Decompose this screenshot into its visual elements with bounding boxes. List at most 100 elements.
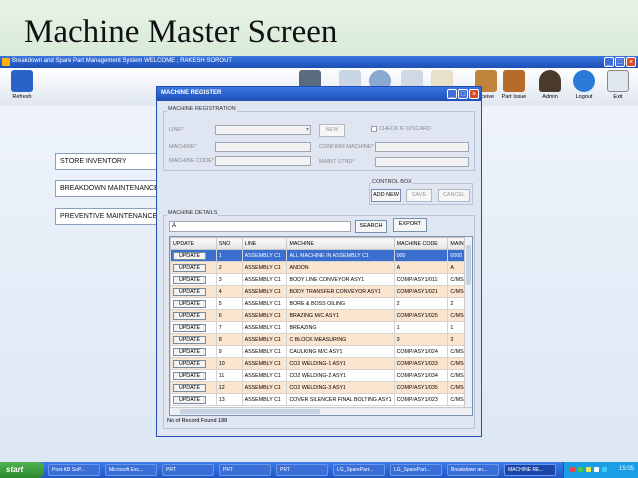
app-icon bbox=[2, 58, 10, 66]
scroll-thumb[interactable] bbox=[180, 409, 320, 414]
taskbar-item[interactable]: LG_SparePart... bbox=[390, 464, 442, 476]
table-row[interactable]: UPDATE 9 ASSEMBLY C1 CAULKING M/C ASY1 COMP/… bbox=[170, 345, 472, 358]
cell-machine: COVER SILENCER FINAL BOLTING ASY1 bbox=[286, 393, 395, 406]
horizontal-scrollbar[interactable] bbox=[170, 407, 472, 415]
export-button[interactable]: EXPORT bbox=[393, 218, 427, 232]
dialog-titlebar: MACHINE REGISTER _ □ × bbox=[157, 87, 481, 101]
taskbar-item[interactable]: Microsoft Exc... bbox=[105, 464, 157, 476]
taskbar-item[interactable]: Post-KB SoP... bbox=[48, 464, 100, 476]
taskbar-item[interactable]: PRT bbox=[162, 464, 214, 476]
cancel-button[interactable]: CANCEL bbox=[438, 189, 470, 202]
cell-sno: 12 bbox=[215, 381, 243, 394]
update-button[interactable]: UPDATE bbox=[173, 251, 206, 260]
cell-code: COMP/ASY1/035 bbox=[393, 381, 449, 394]
maint-stnd-field[interactable] bbox=[375, 157, 469, 167]
update-button[interactable]: UPDATE bbox=[173, 383, 206, 392]
table-row[interactable]: UPDATE 3 ASSEMBLY C1 BODY LINE CONVEYOR ASY… bbox=[170, 273, 472, 286]
cell-line: ASSEMBLY C1 bbox=[241, 369, 288, 382]
table-row[interactable]: UPDATE 8 ASSEMBLY C1 C BLOCK MEASURING 3 3 bbox=[170, 333, 472, 346]
maximize-button[interactable]: □ bbox=[615, 57, 625, 67]
column-header[interactable]: SNO bbox=[215, 237, 243, 250]
update-button[interactable]: UPDATE bbox=[173, 275, 206, 284]
dialog-maximize-button[interactable]: □ bbox=[458, 89, 468, 99]
table-row[interactable]: UPDATE 7 ASSEMBLY C1 BREAZING 1 1 bbox=[170, 321, 472, 334]
exit-button[interactable]: Exit bbox=[598, 70, 638, 104]
table-row[interactable]: UPDATE 2 ASSEMBLY C1 ANDON A A bbox=[170, 261, 472, 274]
column-header[interactable]: UPDATE bbox=[170, 237, 217, 250]
tray-icon[interactable] bbox=[586, 467, 591, 472]
update-button[interactable]: UPDATE bbox=[173, 359, 206, 368]
taskbar-item[interactable]: LG_SparePart... bbox=[333, 464, 385, 476]
dialog-minimize-button[interactable]: _ bbox=[447, 89, 457, 99]
column-header[interactable]: LINE bbox=[241, 237, 288, 250]
registration-legend: MACHINE REGISTRATION bbox=[167, 106, 237, 112]
update-cell: UPDATE bbox=[170, 261, 217, 274]
update-button[interactable]: UPDATE bbox=[173, 299, 206, 308]
tray-icon[interactable] bbox=[578, 467, 583, 472]
table-row[interactable]: UPDATE 4 ASSEMBLY C1 BODY TRANSFER CONVEYOR… bbox=[170, 285, 472, 298]
tray-icon[interactable] bbox=[594, 467, 599, 472]
control-box-legend: CONTROL BOX bbox=[371, 179, 413, 185]
confirm-machine-field[interactable] bbox=[375, 142, 469, 152]
update-button[interactable]: UPDATE bbox=[173, 311, 206, 320]
table-row[interactable]: UPDATE 6 ASSEMBLY C1 BRAZING M/C ASY1 COMP/A… bbox=[170, 309, 472, 322]
breakdown-maintenance-button[interactable]: BREAKDOWN MAINTENANCE bbox=[55, 180, 159, 197]
update-button[interactable]: UPDATE bbox=[173, 287, 206, 296]
update-button[interactable]: UPDATE bbox=[173, 323, 206, 332]
dialog-close-button[interactable]: × bbox=[469, 89, 479, 99]
store-inventory-button[interactable]: STORE INVENTORY bbox=[55, 153, 159, 170]
machine-register-dialog: MACHINE REGISTER _ □ × MACHINE REGISTRAT… bbox=[156, 86, 482, 437]
save-button[interactable]: SAVE bbox=[406, 189, 432, 202]
taskbar-item[interactable]: Breakdown an... bbox=[447, 464, 499, 476]
cell-code: COMP/ASY1/023 bbox=[393, 393, 449, 406]
taskbar-item[interactable]: MACHINE RE... bbox=[504, 464, 556, 476]
search-button[interactable]: SEARCH bbox=[355, 220, 387, 233]
table-row[interactable]: UPDATE 5 ASSEMBLY C1 BORE & BOSS OILING 2 2 bbox=[170, 297, 472, 310]
cell-machine: BRAZING M/C ASY1 bbox=[286, 309, 395, 322]
cell-line: ASSEMBLY C1 bbox=[241, 345, 288, 358]
new-button[interactable]: NEW bbox=[319, 124, 345, 137]
part-issue-label: Part Issue bbox=[501, 94, 527, 100]
scroll-thumb[interactable] bbox=[466, 245, 471, 285]
close-button[interactable]: × bbox=[626, 57, 636, 67]
table-row[interactable]: UPDATE 10 ASSEMBLY C1 CO2 WELDING-1 ASY1 COM… bbox=[170, 357, 472, 370]
minimize-button[interactable]: _ bbox=[604, 57, 614, 67]
cell-line: ASSEMBLY C1 bbox=[241, 321, 288, 334]
update-button[interactable]: UPDATE bbox=[173, 347, 206, 356]
machine-label: MACHINE* bbox=[169, 144, 197, 150]
taskbar-item[interactable]: PRT bbox=[219, 464, 271, 476]
start-button[interactable]: start bbox=[0, 462, 44, 478]
tray-icon[interactable] bbox=[602, 467, 607, 472]
update-button[interactable]: UPDATE bbox=[173, 371, 206, 380]
taskbar-item[interactable]: PRT bbox=[276, 464, 328, 476]
table-row[interactable]: UPDATE 13 ASSEMBLY C1 COVER SILENCER FINAL … bbox=[170, 393, 472, 406]
cell-machine: BORE & BOSS OILING bbox=[286, 297, 395, 310]
update-button[interactable]: UPDATE bbox=[173, 395, 206, 404]
chevron-down-icon: ▾ bbox=[305, 127, 309, 133]
table-row[interactable]: UPDATE 1 ASSEMBLY C1 ALL MACHINE IN ASSEMBL… bbox=[170, 249, 472, 262]
cell-sno: 9 bbox=[215, 345, 243, 358]
part-issue-icon bbox=[503, 70, 525, 92]
cell-code: COMP/ASY1/011 bbox=[393, 273, 449, 286]
cell-sno: 4 bbox=[215, 285, 243, 298]
update-button[interactable]: UPDATE bbox=[173, 263, 206, 272]
column-header[interactable]: MACHINE CODE bbox=[393, 237, 449, 250]
table-row[interactable]: UPDATE 11 ASSEMBLY C1 CO2 WELDING-2 ASY1 COM… bbox=[170, 369, 472, 382]
machine-field[interactable] bbox=[215, 142, 311, 152]
add-new-button[interactable]: ADD NEW bbox=[371, 189, 401, 202]
part-issue-button[interactable]: Part Issue bbox=[494, 70, 534, 104]
cell-line: ASSEMBLY C1 bbox=[241, 381, 288, 394]
update-button[interactable]: UPDATE bbox=[173, 335, 206, 344]
machine-code-field[interactable] bbox=[215, 156, 311, 166]
taskbar: start Post-KB SoP... Microsoft Exc... PRT P… bbox=[0, 462, 638, 478]
discard-checkbox[interactable] bbox=[371, 126, 377, 132]
vertical-scrollbar[interactable] bbox=[464, 237, 472, 407]
tray-icon[interactable] bbox=[570, 467, 575, 472]
column-header[interactable]: MACHINE bbox=[286, 237, 395, 250]
line-select[interactable]: ▾ bbox=[215, 125, 311, 135]
search-input[interactable]: A bbox=[169, 221, 351, 232]
preventive-maintenance-button[interactable]: PREVENTIVE MAINTENANCE bbox=[55, 208, 159, 225]
refresh-button[interactable]: Refresh bbox=[2, 70, 42, 104]
update-cell: UPDATE bbox=[170, 381, 217, 394]
table-row[interactable]: UPDATE 12 ASSEMBLY C1 CO2 WELDING-3 ASY1 COM… bbox=[170, 381, 472, 394]
